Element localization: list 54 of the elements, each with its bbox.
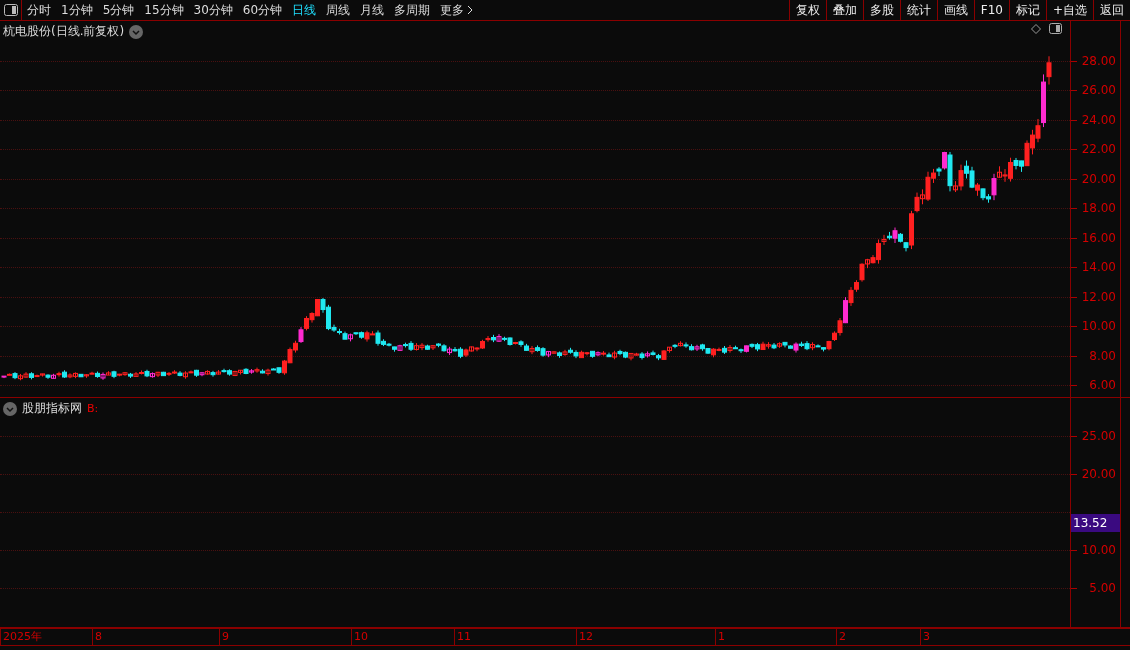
dropdown-icon[interactable] [129, 24, 144, 39]
axis-label: 20.00 [1081, 171, 1116, 186]
dropdown-icon[interactable] [3, 401, 17, 416]
period-tab[interactable]: 月线 [355, 0, 390, 20]
date-label: 9 [219, 629, 351, 645]
axis-label: 10.00 [1081, 319, 1116, 334]
axis-label: 18.00 [1081, 201, 1116, 216]
axis-label: 10.00 [1081, 543, 1116, 557]
period-tab[interactable]: 15分钟 [139, 0, 189, 20]
period-tab[interactable]: 30分钟 [188, 0, 238, 20]
toolbar-button[interactable]: 多股 [862, 0, 900, 20]
toolbar-button[interactable]: 复权 [788, 0, 826, 20]
toolbar-button[interactable]: 标记 [1008, 0, 1046, 20]
axis-label: 5.00 [1089, 581, 1116, 595]
period-tab[interactable]: 多周期 [389, 0, 436, 20]
panel-toggle-icon[interactable] [1049, 23, 1062, 34]
more-button[interactable]: 更多 [435, 0, 479, 20]
date-label: 8 [92, 629, 219, 645]
axis-label: 14.00 [1081, 260, 1116, 275]
date-label: 10 [351, 629, 454, 645]
indicator-name: 股朋指标网 [22, 400, 82, 417]
date-label: 3 [920, 629, 1130, 645]
period-tab[interactable]: 60分钟 [237, 0, 288, 20]
period-tab[interactable]: 日线 [287, 0, 322, 20]
axis-label: 20.00 [1081, 467, 1116, 481]
period-tab[interactable]: 分时 [22, 0, 56, 20]
period-tab[interactable]: 5分钟 [97, 0, 140, 20]
axis-label: 22.00 [1081, 142, 1116, 157]
axis-label: 16.00 [1081, 230, 1116, 245]
chevron-icon [467, 5, 474, 15]
axis-label: 12.00 [1081, 289, 1116, 304]
toolbar-button[interactable]: +自选 [1045, 0, 1093, 20]
axis-label: 25.00 [1081, 429, 1116, 443]
toolbar-button[interactable]: 统计 [899, 0, 937, 20]
period-tab[interactable]: 1分钟 [56, 0, 98, 20]
axis-label: 24.00 [1081, 112, 1116, 127]
toolbar-button[interactable]: F10 [973, 0, 1009, 20]
toolbar-button[interactable]: 返回 [1093, 0, 1130, 20]
axis-label: 6.00 [1089, 378, 1116, 392]
diamond-icon[interactable] [1031, 23, 1041, 34]
axis-label: 8.00 [1089, 348, 1116, 363]
date-label: 1 [715, 629, 836, 645]
axis-label: 28.00 [1081, 54, 1116, 68]
chart-title: 杭电股份(日线.前复权) [3, 23, 125, 40]
date-label: 11 [454, 629, 576, 645]
toolbar-button[interactable]: 叠加 [825, 0, 863, 20]
date-label: 12 [576, 629, 715, 645]
date-label: 2 [836, 629, 920, 645]
value-marker: 13.52 [1071, 514, 1120, 533]
axis-label: 26.00 [1081, 83, 1116, 98]
date-label: 2025年 [0, 629, 92, 645]
toolbar-button[interactable]: 画线 [936, 0, 974, 20]
indicator-label: B: [87, 402, 99, 415]
period-tab[interactable]: 周线 [321, 0, 356, 20]
